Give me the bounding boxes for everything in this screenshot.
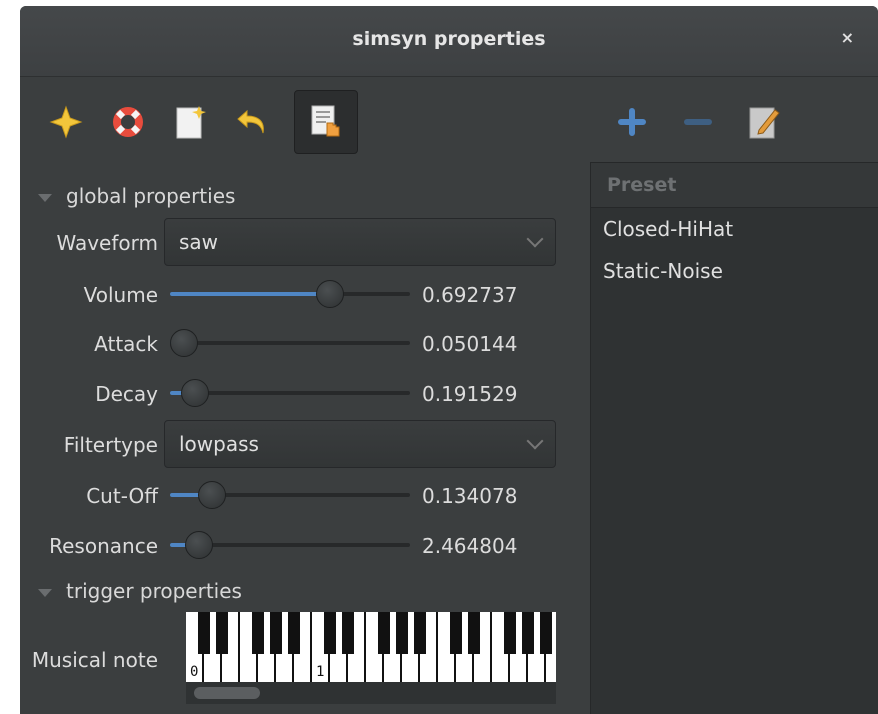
decay-label: Decay	[95, 382, 158, 406]
remove-preset-button[interactable]	[666, 90, 730, 154]
undo-button[interactable]	[220, 90, 284, 154]
octave-label: 0	[190, 664, 199, 680]
trigger-properties-header[interactable]: trigger properties	[66, 579, 242, 603]
attack-value: 0.050144	[422, 332, 518, 356]
cutoff-value: 0.134078	[422, 484, 518, 508]
new-document-button[interactable]	[158, 90, 222, 154]
piano-black-key[interactable]	[270, 612, 282, 654]
paste-hand-icon	[311, 105, 340, 137]
piano-keyboard[interactable]: 01	[186, 612, 556, 682]
volume-value: 0.692737	[422, 283, 518, 307]
piano-black-key[interactable]	[450, 612, 462, 654]
piano-black-key[interactable]	[396, 612, 408, 654]
plus-icon	[618, 108, 646, 136]
cutoff-slider[interactable]	[170, 481, 410, 509]
collapse-arrow-icon[interactable]	[38, 194, 52, 202]
piano-black-key[interactable]	[504, 612, 516, 654]
waveform-label: Waveform	[56, 231, 158, 255]
paste-hand-button[interactable]	[294, 90, 358, 154]
attack-label: Attack	[94, 332, 158, 356]
slider-knob[interactable]	[316, 280, 345, 308]
slider-knob[interactable]	[170, 329, 198, 357]
title-bar[interactable]: simsyn properties ×	[20, 6, 878, 77]
octave-label: 1	[316, 664, 325, 680]
help-button[interactable]	[96, 90, 160, 154]
musical-note-label: Musical note	[31, 648, 158, 672]
piano-black-key[interactable]	[288, 612, 300, 654]
resonance-label: Resonance	[49, 534, 158, 558]
volume-label: Volume	[83, 283, 158, 307]
decay-value: 0.191529	[422, 382, 518, 406]
piano-black-key[interactable]	[540, 612, 552, 654]
chevron-down-icon	[526, 432, 544, 450]
slider-fill	[170, 292, 331, 296]
slider-track	[170, 341, 410, 345]
edit-pencil-icon	[749, 107, 780, 139]
minus-icon	[684, 119, 712, 125]
piano-black-key[interactable]	[378, 612, 390, 654]
filtertype-value: lowpass	[179, 432, 259, 456]
piano-black-key[interactable]	[522, 612, 534, 654]
piano-black-key[interactable]	[342, 612, 354, 654]
global-properties-header[interactable]: global properties	[66, 184, 235, 208]
close-button[interactable]: ×	[841, 28, 854, 47]
undo-icon	[237, 109, 264, 134]
cutoff-label: Cut-Off	[86, 484, 158, 508]
piano-black-key[interactable]	[414, 612, 426, 654]
waveform-value: saw	[179, 230, 219, 254]
decay-slider[interactable]	[170, 379, 410, 407]
slider-knob[interactable]	[197, 481, 226, 509]
horizontal-scrollbar[interactable]	[186, 682, 556, 704]
piano-black-key[interactable]	[252, 612, 264, 654]
slider-knob[interactable]	[184, 531, 213, 559]
scrollbar-thumb[interactable]	[194, 687, 260, 699]
add-preset-button[interactable]	[600, 90, 664, 154]
star-icon	[49, 105, 83, 139]
help-lifebuoy-icon	[113, 107, 143, 137]
list-item[interactable]: Static-Noise	[591, 250, 878, 292]
slider-knob[interactable]	[180, 379, 209, 407]
resonance-slider[interactable]	[170, 531, 410, 559]
waveform-select[interactable]: saw	[164, 218, 556, 266]
new-document-icon	[176, 106, 206, 139]
attack-slider[interactable]	[170, 329, 410, 357]
filtertype-label: Filtertype	[63, 433, 158, 457]
properties-window: simsyn properties × global properties Wa…	[20, 6, 878, 714]
volume-slider[interactable]	[170, 280, 410, 308]
piano-black-key[interactable]	[198, 612, 210, 654]
preset-list[interactable]: Preset Closed-HiHat Static-Noise	[590, 162, 878, 714]
collapse-arrow-icon[interactable]	[38, 589, 52, 597]
star-button[interactable]	[34, 90, 98, 154]
preset-column-header[interactable]: Preset	[591, 163, 878, 208]
filtertype-select[interactable]: lowpass	[164, 420, 556, 468]
edit-preset-button[interactable]	[732, 90, 796, 154]
piano-black-key[interactable]	[216, 612, 228, 654]
piano-black-key[interactable]	[324, 612, 336, 654]
piano-black-key[interactable]	[468, 612, 480, 654]
window-title: simsyn properties	[352, 28, 546, 50]
chevron-down-icon	[526, 230, 544, 248]
list-item[interactable]: Closed-HiHat	[591, 208, 878, 250]
resonance-value: 2.464804	[422, 534, 518, 558]
